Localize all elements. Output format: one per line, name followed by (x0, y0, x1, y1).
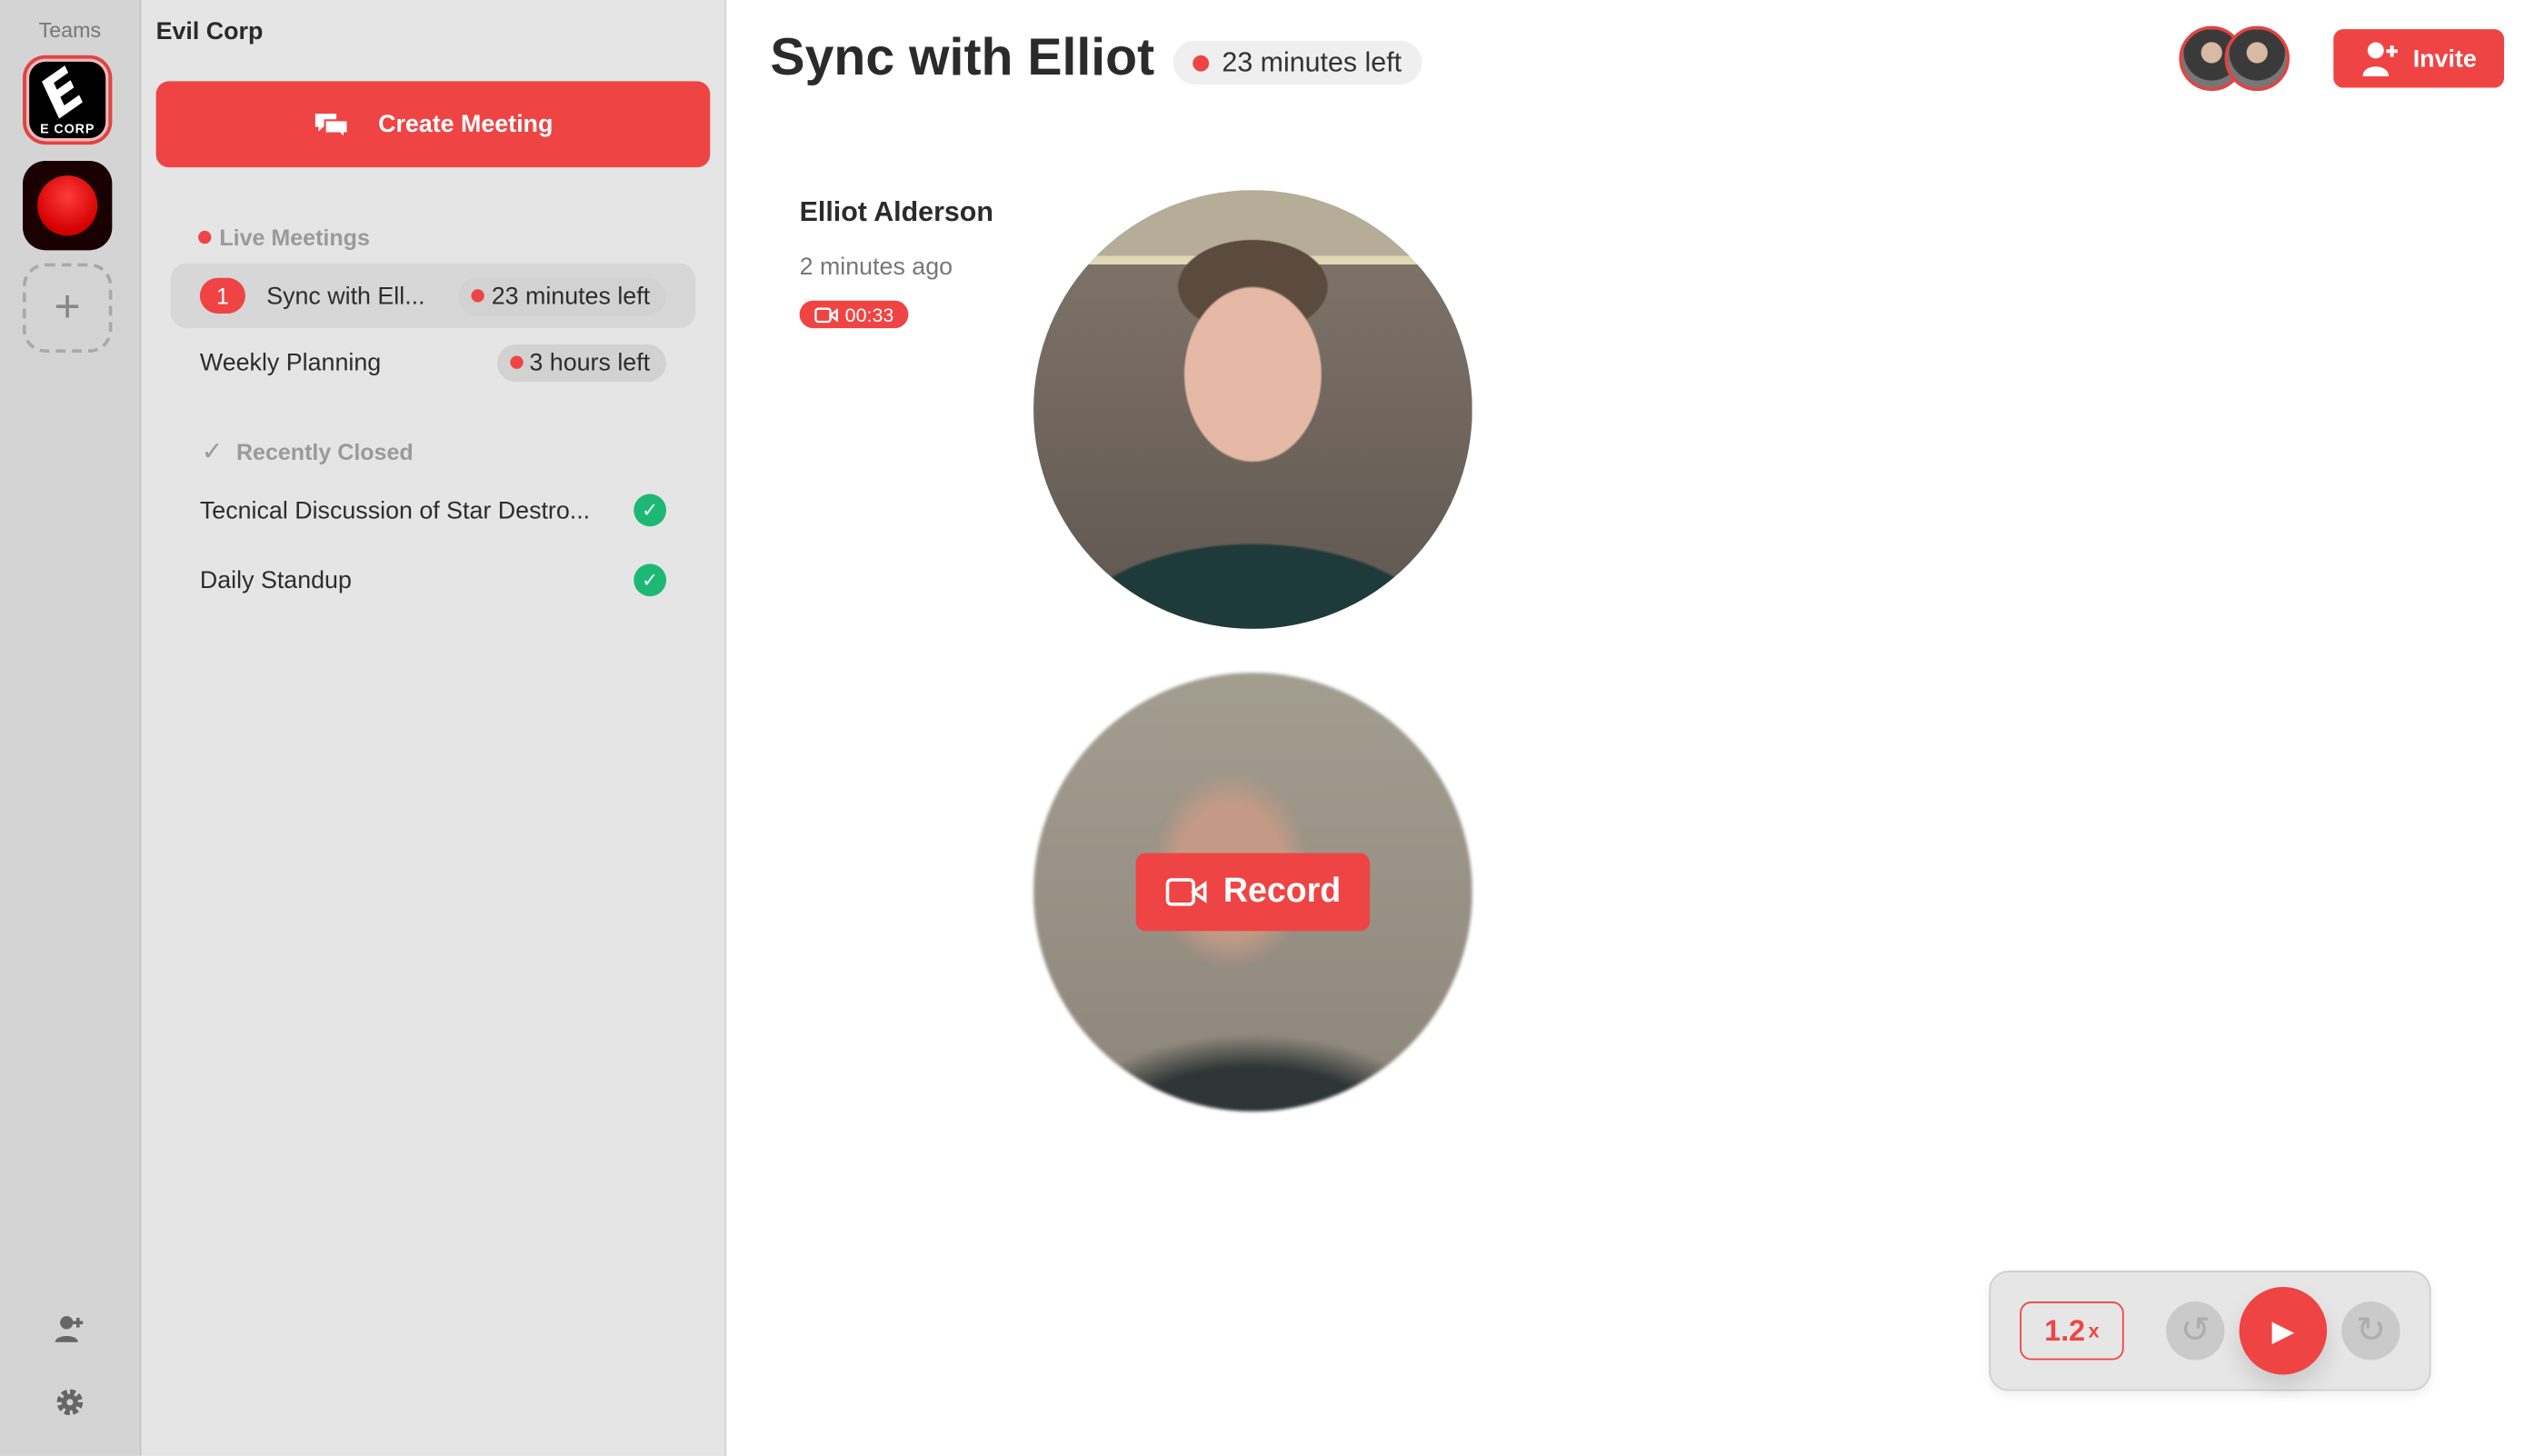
rewind-5-button[interactable]: ↺ (2166, 1301, 2225, 1361)
live-dot-icon (472, 289, 485, 303)
closed-meeting-item[interactable]: Daily Standup ✓ (171, 547, 695, 613)
video-camera-icon (814, 306, 838, 323)
team-ecorp[interactable]: E E CORP (23, 54, 113, 145)
add-team-button[interactable]: + (23, 263, 113, 353)
recently-closed-heading: ✓ Recently Closed (202, 435, 414, 468)
plus-icon: + (54, 281, 81, 332)
team-record[interactable] (23, 160, 113, 251)
section-title: Live Meetings (219, 224, 370, 251)
meetings-sidebar: Evil Corp Create Meeting Live Meetings 1… (141, 0, 727, 1456)
meeting-item-weekly[interactable]: Weekly Planning 3 hours left (171, 330, 695, 395)
chat-bubbles-icon (314, 113, 349, 139)
time-left-badge: 23 minutes left (458, 276, 666, 314)
live-dot-icon (509, 355, 524, 369)
time-left: 3 hours left (529, 348, 651, 376)
check-circle-icon: ✓ (634, 563, 666, 597)
teams-rail: Teams E E CORP + (0, 0, 142, 1456)
rewind-icon: ↺ (2180, 1309, 2211, 1351)
message-time: 2 minutes ago (799, 253, 953, 282)
forward-icon: ↻ (2355, 1309, 2386, 1351)
time-left: 23 minutes left (491, 282, 651, 310)
video-message-bubble[interactable] (1033, 190, 1472, 629)
forward-5-button[interactable]: ↻ (2341, 1301, 2400, 1361)
org-name: Evil Corp (155, 17, 264, 46)
duration: 00:33 (844, 303, 894, 326)
teams-label: Teams (38, 17, 102, 43)
meeting-name: Daily Standup (199, 566, 352, 594)
speed-value: 1.2 (2044, 1313, 2086, 1347)
video-duration-badge[interactable]: 00:33 (799, 300, 909, 329)
checkmark-icon: ✓ (201, 438, 224, 467)
play-button[interactable]: ▶ (2239, 1286, 2328, 1375)
check-circle-icon: ✓ (634, 494, 666, 527)
add-user-icon (2362, 42, 2398, 77)
live-dot-icon (198, 230, 212, 244)
meeting-title: Sync with Elliot (770, 27, 1155, 86)
closed-meeting-item[interactable]: Tecnical Discussion of Star Destro... ✓ (171, 478, 695, 544)
participant-avatar[interactable] (2224, 25, 2290, 92)
time-left-badge: 3 hours left (496, 344, 666, 382)
create-meeting-button[interactable]: Create Meeting (155, 81, 711, 168)
time-left: 23 minutes left (1222, 45, 1402, 77)
playback-controls: 1.2 x ↺ ▶ ↻ (1989, 1271, 2431, 1391)
meeting-name: Weekly Planning (199, 348, 382, 376)
meeting-item-sync[interactable]: 1 Sync with Ell... 23 minutes left (170, 263, 696, 329)
meeting-name: Tecnical Discussion of Star Destro... (199, 496, 591, 524)
play-icon: ▶ (2271, 1313, 2295, 1347)
add-user-icon[interactable] (45, 1313, 95, 1355)
gear-icon[interactable] (45, 1386, 95, 1428)
record-button[interactable]: Record (1135, 853, 1371, 932)
invite-button[interactable]: Invite (2333, 29, 2504, 88)
playback-speed-button[interactable]: 1.2 x (2020, 1301, 2124, 1361)
live-meetings-heading: Live Meetings (198, 224, 370, 251)
time-left-badge: 23 minutes left (1173, 40, 1422, 85)
unread-badge: 1 (199, 277, 245, 314)
invite-label: Invite (2412, 45, 2477, 73)
participant-name: Elliot Alderson (799, 196, 993, 228)
create-meeting-label: Create Meeting (378, 110, 554, 138)
meeting-name: Sync with Ell... (266, 282, 425, 310)
record-label: Record (1223, 873, 1342, 911)
section-title: Recently Closed (235, 438, 414, 465)
red-dot-icon (37, 175, 98, 236)
video-camera-icon (1165, 878, 1207, 906)
speed-unit: x (2088, 1319, 2100, 1342)
team-name: E CORP (40, 122, 95, 137)
live-dot-icon (1193, 54, 1210, 71)
